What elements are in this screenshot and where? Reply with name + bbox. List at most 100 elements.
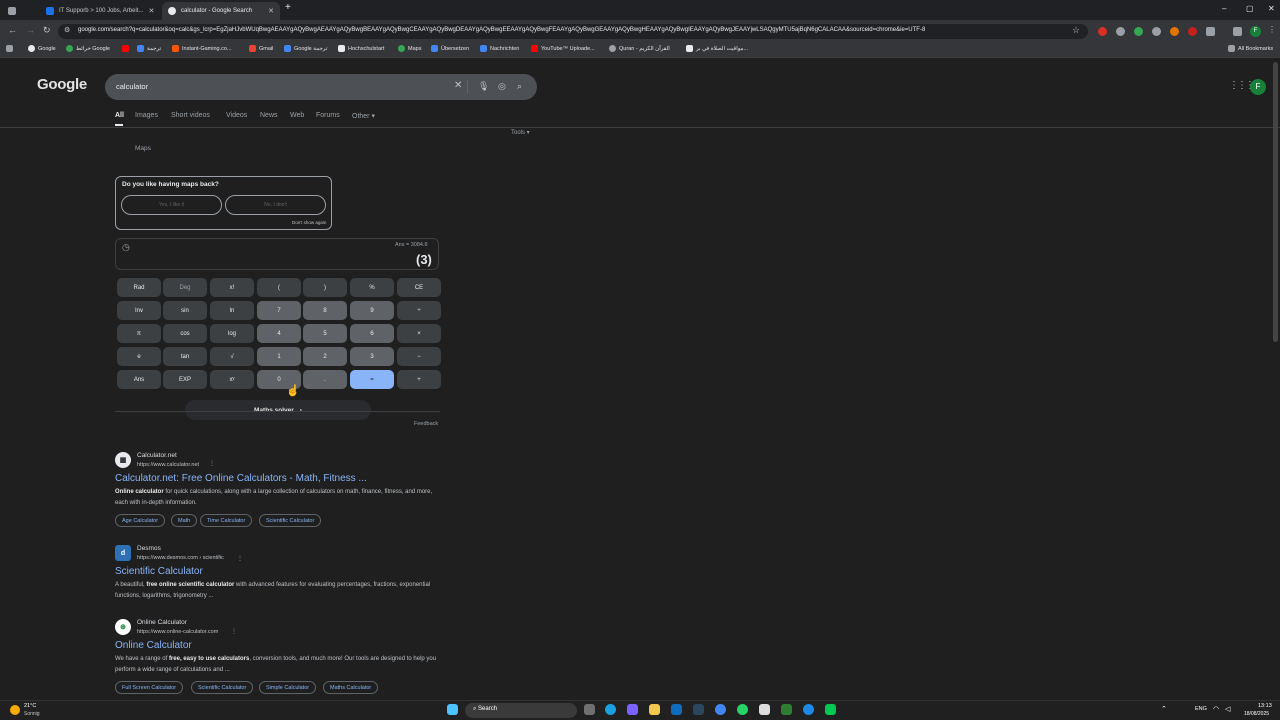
key-add[interactable]: +: [397, 370, 441, 389]
bookmark-google-translate-ar[interactable]: Google ترجمة: [284, 45, 327, 52]
sitelink-chip[interactable]: Scientific Calculator: [191, 681, 254, 694]
key-deg[interactable]: Deg: [163, 278, 207, 297]
restore-button[interactable]: ▢: [1246, 4, 1254, 13]
key-4[interactable]: 4: [257, 324, 301, 343]
key-7[interactable]: 7: [257, 301, 301, 320]
history-icon[interactable]: ◷: [122, 242, 130, 253]
downloads-icon[interactable]: [1233, 27, 1242, 36]
result-title-link[interactable]: Scientific Calculator: [115, 566, 203, 577]
tab-short-videos[interactable]: Short videos: [171, 112, 210, 119]
key-3[interactable]: 3: [350, 347, 394, 366]
clock-time[interactable]: 13:13: [1258, 703, 1272, 709]
close-tab-icon[interactable]: ✕: [148, 7, 154, 15]
bookmark-youtube-upload[interactable]: YouTube™ Uploade...: [531, 45, 595, 52]
lens-camera-icon[interactable]: ◎: [498, 81, 506, 92]
google-logo[interactable]: Google: [37, 76, 87, 93]
result-url[interactable]: https://www.online-calculator.com: [137, 629, 218, 635]
close-tab-icon[interactable]: ✕: [268, 7, 274, 15]
key-equals[interactable]: =: [350, 370, 394, 389]
bookmark-youtube[interactable]: [122, 45, 129, 52]
bookmark-translate-ar[interactable]: ترجمة: [137, 45, 161, 52]
app-icon[interactable]: [803, 704, 814, 715]
microphone-icon[interactable]: 🎙︎: [478, 81, 489, 92]
weather-sun-icon[interactable]: [10, 705, 20, 715]
volume-icon[interactable]: ◁: [1225, 705, 1230, 713]
bookmark-ubersetzen[interactable]: Übersetzen: [431, 45, 469, 52]
new-tab-button[interactable]: +: [285, 2, 291, 13]
apps-icon[interactable]: [6, 45, 13, 52]
bookmark-hochschulstart[interactable]: Hochschulstart: [338, 45, 384, 52]
key-ln[interactable]: ln: [210, 301, 254, 320]
key-e[interactable]: e: [117, 347, 161, 366]
dont-show-again-link[interactable]: Don't show again: [292, 220, 326, 225]
language-indicator[interactable]: ENG: [1195, 706, 1207, 712]
key-decimal[interactable]: .: [303, 370, 347, 389]
chrome-icon[interactable]: [715, 704, 726, 715]
extensions-puzzle-icon[interactable]: [1206, 27, 1215, 36]
maps-link[interactable]: Maps: [135, 145, 151, 152]
clear-search-icon[interactable]: ✕: [454, 80, 462, 91]
key-6[interactable]: 6: [350, 324, 394, 343]
browser-menu-icon[interactable]: ⋮: [1268, 25, 1276, 34]
page-scrollbar[interactable]: [1273, 62, 1278, 342]
result-title-link[interactable]: Calculator.net: Free Online Calculators …: [115, 473, 367, 484]
key-power[interactable]: xʸ: [210, 370, 254, 389]
key-pi[interactable]: π: [117, 324, 161, 343]
outlook-icon[interactable]: [671, 704, 682, 715]
key-multiply[interactable]: ×: [397, 324, 441, 343]
key-log[interactable]: log: [210, 324, 254, 343]
extension-2-icon[interactable]: [1116, 27, 1125, 36]
tab-images[interactable]: Images: [135, 112, 158, 119]
whatsapp-icon[interactable]: [737, 704, 748, 715]
close-window-button[interactable]: ✕: [1268, 4, 1275, 13]
clock-date[interactable]: 18/08/2025: [1244, 711, 1269, 717]
tab-calculator-search[interactable]: calculator - Google Search ✕: [162, 2, 280, 20]
search-input[interactable]: calculator: [116, 82, 148, 91]
google-account-avatar[interactable]: F: [1250, 79, 1266, 95]
taskbar-search[interactable]: ⌕ Search: [465, 703, 577, 718]
tab-it-support[interactable]: IT Supporb > 100 Jobs, Arbeit... ✕: [40, 2, 160, 20]
key-close-paren[interactable]: ): [303, 278, 347, 297]
maths-solver-button[interactable]: Maths solver ›: [185, 400, 371, 420]
sitelink-chip[interactable]: Full Screen Calculator: [115, 681, 184, 694]
key-clear-entry[interactable]: CE: [397, 278, 441, 297]
all-bookmarks-folder[interactable]: All Bookmarks: [1228, 45, 1273, 52]
more-options-icon[interactable]: ⋮: [237, 555, 243, 562]
tab-web[interactable]: Web: [290, 112, 304, 119]
sitelink-chip[interactable]: Maths Calculator: [323, 681, 379, 694]
steam-icon[interactable]: [693, 704, 704, 715]
key-exp[interactable]: EXP: [163, 370, 207, 389]
key-1[interactable]: 1: [257, 347, 301, 366]
site-info-icon[interactable]: ⚙: [64, 26, 70, 34]
result-url[interactable]: https://www.calculator.net: [137, 462, 199, 468]
key-rad[interactable]: Rad: [117, 278, 161, 297]
bookmark-nachrichten[interactable]: Nachrichten: [480, 45, 519, 52]
tab-other[interactable]: Other ▾: [352, 112, 375, 120]
app-icon[interactable]: [781, 704, 792, 715]
app-icon[interactable]: [825, 704, 836, 715]
extension-5-icon[interactable]: [1170, 27, 1179, 36]
maps-feedback-no-button[interactable]: No, I don't: [225, 195, 326, 215]
file-explorer-icon[interactable]: [649, 704, 660, 715]
address-bar[interactable]: google.com/search?q=calculator&oq=calc&g…: [58, 24, 1088, 39]
weather-desc[interactable]: Sonnig: [24, 711, 40, 717]
more-options-icon[interactable]: ⋮: [209, 460, 215, 467]
key-divide[interactable]: ÷: [397, 301, 441, 320]
feedback-link[interactable]: Feedback: [414, 421, 438, 427]
bookmark-maps[interactable]: Maps: [398, 45, 421, 52]
bookmark-gmail[interactable]: Gmail: [249, 45, 273, 52]
wifi-icon[interactable]: ◠: [1213, 705, 1219, 713]
app-icon[interactable]: [627, 704, 638, 715]
sitelink-chip[interactable]: Simple Calculator: [259, 681, 317, 694]
key-cos[interactable]: cos: [163, 324, 207, 343]
windows-start-icon[interactable]: [447, 704, 458, 715]
task-view-icon[interactable]: [584, 704, 595, 715]
sitelink-chip[interactable]: Math: [171, 514, 198, 527]
sitelink-chip[interactable]: Scientific Calculator: [259, 514, 322, 527]
tab-forums[interactable]: Forums: [316, 112, 340, 119]
key-ans[interactable]: Ans: [117, 370, 161, 389]
key-9[interactable]: 9: [350, 301, 394, 320]
key-2[interactable]: 2: [303, 347, 347, 366]
tab-news[interactable]: News: [260, 112, 278, 119]
edge-icon[interactable]: [605, 704, 616, 715]
